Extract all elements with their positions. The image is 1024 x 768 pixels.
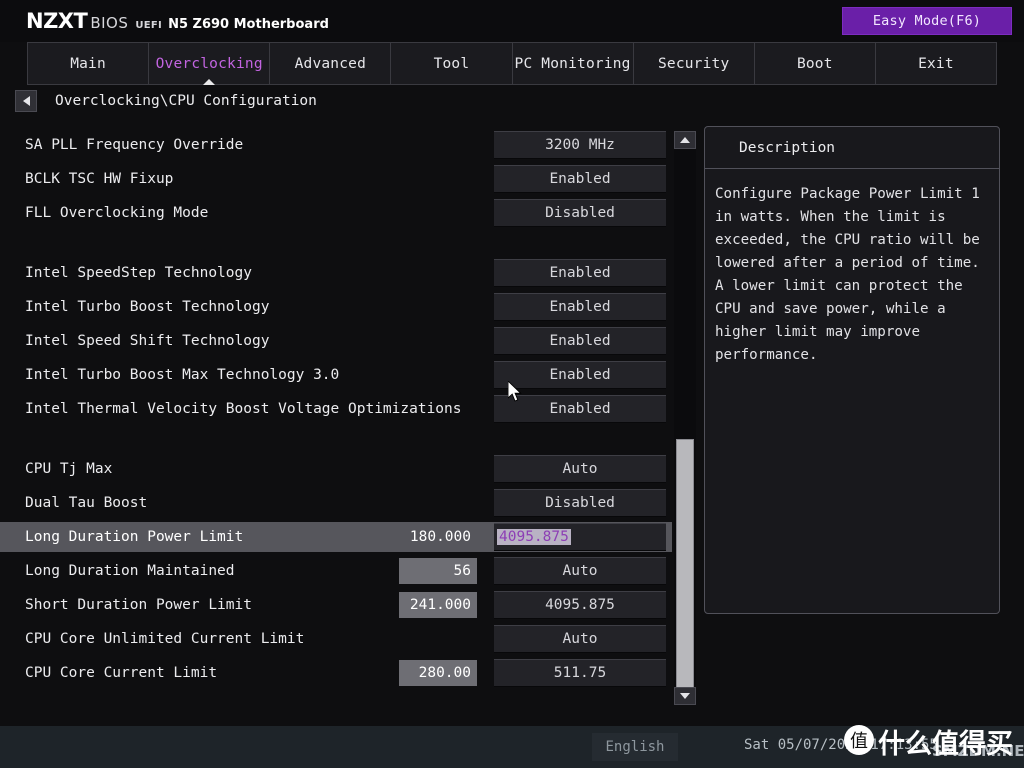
setting-label: Long Duration Maintained	[25, 563, 235, 579]
description-title: Description	[705, 127, 999, 169]
settings-list: SA PLL Frequency Override 3200 MHz BCLK TS…	[0, 124, 672, 708]
tab-pc-monitoring[interactable]: PC Monitoring	[512, 43, 634, 85]
setting-label: Intel Speed Shift Technology	[25, 333, 270, 349]
scrollbar-track[interactable]	[674, 149, 696, 689]
language-selector[interactable]: English	[592, 733, 678, 761]
tab-boot[interactable]: Boot	[754, 43, 876, 85]
setting-numeric-value: 56	[399, 558, 477, 584]
chevron-down-icon	[680, 693, 690, 699]
tab-label: Overclocking	[155, 55, 263, 72]
setting-numeric-value: 280.00	[399, 660, 477, 686]
setting-row[interactable]: Intel Thermal Velocity Boost Voltage Opt…	[0, 394, 672, 424]
brand-nzxt: NZXT	[26, 9, 88, 33]
header-bar: NZXT BIOS UEFI N5 Z690 Motherboard Easy …	[0, 0, 1024, 42]
tab-label: Exit	[918, 55, 954, 72]
setting-value-field[interactable]: Disabled	[494, 489, 666, 517]
tab-label: Boot	[796, 55, 833, 72]
tab-label: Security	[657, 55, 730, 72]
description-text: Configure Package Power Limit 1 in watts…	[715, 186, 980, 363]
footer-bar: English Sat 05/07/2022 17:13:55	[0, 726, 1024, 768]
setting-row[interactable]: FLL Overclocking Mode Disabled	[0, 198, 672, 228]
setting-value-editing[interactable]: 4095.875	[497, 529, 571, 545]
setting-label: SA PLL Frequency Override	[25, 137, 244, 153]
setting-row[interactable]: CPU Tj Max Auto	[0, 454, 672, 484]
setting-value-field[interactable]: 4095.875	[494, 523, 666, 551]
setting-row[interactable]: CPU Core Current Limit 280.00 511.75	[0, 658, 672, 688]
tab-overclocking[interactable]: Overclocking	[149, 43, 271, 85]
settings-scrollbar[interactable]	[674, 131, 696, 705]
setting-row[interactable]: Long Duration Maintained 56 Auto	[0, 556, 672, 586]
chevron-up-icon	[680, 137, 690, 143]
setting-row[interactable]: Intel Turbo Boost Technology Enabled	[0, 292, 672, 322]
tab-label: Main	[70, 55, 106, 72]
tab-security[interactable]: Security	[633, 43, 755, 85]
setting-row[interactable]: Long Duration Power Limit 180.000 4095.875	[0, 522, 672, 552]
setting-label: BCLK TSC HW Fixup	[25, 171, 174, 187]
setting-row[interactable]: Short Duration Power Limit 241.000 4095.87…	[0, 590, 672, 620]
setting-value-field[interactable]: Auto	[494, 455, 666, 483]
tab-label: Tool	[433, 55, 470, 72]
scrollbar-thumb[interactable]	[676, 439, 694, 689]
brand-model: N5 Z690 Motherboard	[168, 17, 329, 32]
setting-row[interactable]: Dual Tau Boost Disabled	[0, 488, 672, 518]
tab-exit[interactable]: Exit	[875, 43, 997, 85]
breadcrumb-path: Overclocking\CPU Configuration	[55, 93, 317, 109]
setting-row[interactable]: BCLK TSC HW Fixup Enabled	[0, 164, 672, 194]
setting-label: Intel Turbo Boost Technology	[25, 299, 270, 315]
setting-numeric-value: 180.000	[409, 529, 471, 545]
tab-label: Advanced	[294, 55, 367, 72]
setting-value-field[interactable]: Auto	[494, 625, 666, 653]
setting-row[interactable]: CPU Core Unlimited Current Limit Auto	[0, 624, 672, 654]
breadcrumb: Overclocking\CPU Configuration	[0, 88, 1024, 114]
tab-advanced[interactable]: Advanced	[270, 43, 392, 85]
setting-value-field[interactable]: Disabled	[494, 199, 666, 227]
setting-value-field[interactable]: Enabled	[494, 259, 666, 287]
back-arrow-icon	[22, 96, 30, 106]
setting-label: Intel Turbo Boost Max Technology 3.0	[25, 367, 340, 383]
scroll-down-button[interactable]	[674, 687, 696, 705]
scroll-up-button[interactable]	[674, 131, 696, 149]
setting-label: FLL Overclocking Mode	[25, 205, 209, 221]
tab-label: PC Monitoring	[514, 55, 631, 72]
setting-row[interactable]: SA PLL Frequency Override 3200 MHz	[0, 130, 672, 160]
setting-numeric-value: 241.000	[399, 592, 477, 618]
description-panel: Description Configure Package Power Limi…	[704, 126, 1000, 614]
easy-mode-button[interactable]: Easy Mode(F6)	[842, 7, 1012, 35]
setting-label: Short Duration Power Limit	[25, 597, 252, 613]
back-button[interactable]	[15, 90, 37, 112]
setting-value-field[interactable]: Enabled	[494, 165, 666, 193]
setting-label: Intel Thermal Velocity Boost Voltage Opt…	[25, 401, 462, 417]
setting-label: Dual Tau Boost	[25, 495, 148, 511]
brand-uefi: UEFI	[135, 20, 163, 31]
setting-label: Long Duration Power Limit	[25, 529, 244, 545]
setting-label: Intel SpeedStep Technology	[25, 265, 252, 281]
tab-bar: Main Overclocking Advanced Tool PC Monitorin…	[27, 42, 997, 85]
mouse-cursor-icon	[508, 381, 522, 402]
setting-value-field[interactable]: Enabled	[494, 327, 666, 355]
bios-screen: NZXT BIOS UEFI N5 Z690 Motherboard Easy …	[0, 0, 1024, 768]
setting-value-field[interactable]: Enabled	[494, 293, 666, 321]
tab-tool[interactable]: Tool	[391, 43, 513, 85]
setting-value-field[interactable]: 4095.875	[494, 591, 666, 619]
setting-value-field[interactable]: Auto	[494, 557, 666, 585]
setting-row[interactable]: Intel Turbo Boost Max Technology 3.0 Enab…	[0, 360, 672, 390]
datetime-display: Sat 05/07/2022 17:13:55	[744, 737, 938, 753]
setting-row[interactable]: Intel SpeedStep Technology Enabled	[0, 258, 672, 288]
tab-main[interactable]: Main	[27, 43, 150, 85]
brand-logo: NZXT BIOS UEFI N5 Z690 Motherboard	[26, 9, 329, 33]
setting-label: CPU Tj Max	[25, 461, 113, 477]
setting-label: CPU Core Current Limit	[25, 665, 218, 681]
setting-value-field[interactable]: 511.75	[494, 659, 666, 687]
brand-bios: BIOS	[90, 14, 129, 32]
setting-row[interactable]: Intel Speed Shift Technology Enabled	[0, 326, 672, 356]
setting-value-field[interactable]: 3200 MHz	[494, 131, 666, 159]
active-tab-indicator	[203, 79, 216, 85]
setting-label: CPU Core Unlimited Current Limit	[25, 631, 305, 647]
